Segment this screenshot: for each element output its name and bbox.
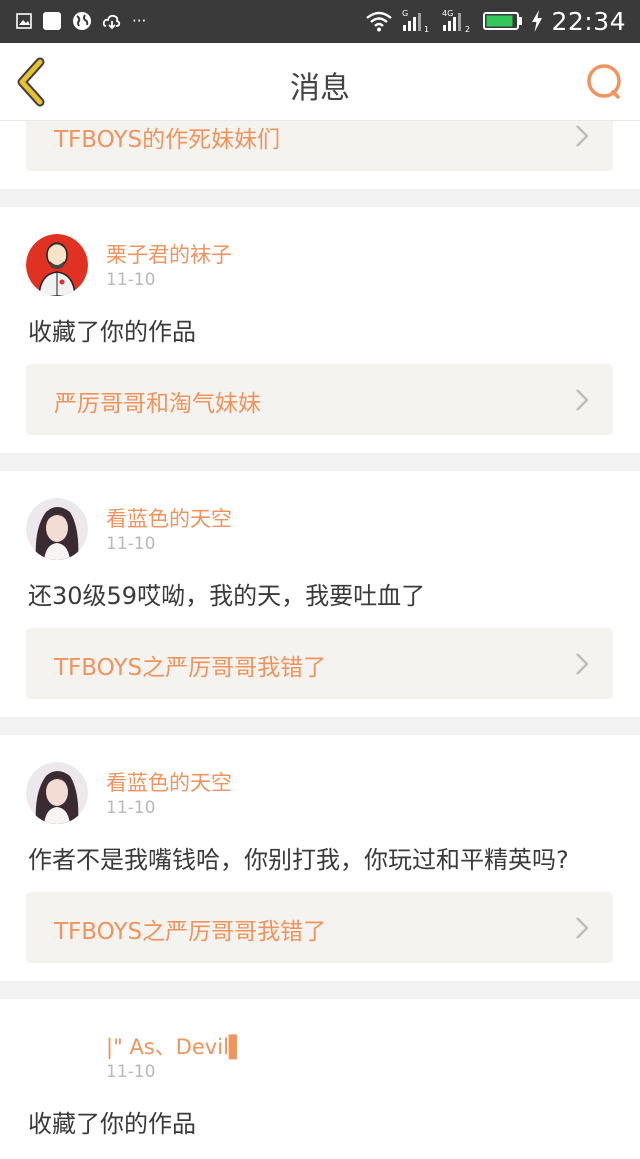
chevron-right-icon: [576, 389, 589, 411]
message-card: 栗子君的袜子 11-10 收藏了你的作品 严厉哥哥和淘气妹妹: [0, 207, 640, 453]
signal-sim2-icon: 4G 2: [442, 9, 470, 34]
work-link[interactable]: TFBOYS之严厉哥哥我错了: [26, 628, 613, 699]
work-title: TFBOYS之严厉哥哥我错了: [54, 655, 327, 681]
header-bar: 消息: [0, 43, 640, 121]
message-text: 收藏了你的作品: [28, 318, 196, 346]
avatar[interactable]: [26, 762, 88, 824]
sim-number-label: 1: [424, 25, 429, 34]
avatar[interactable]: [26, 234, 88, 296]
list-divider: [0, 717, 640, 735]
message-card: 看蓝色的天空 11-10 作者不是我嘴钱哈，你别打我，你玩过和平精英吗? TFB…: [0, 735, 640, 981]
cloud-sync-icon: [102, 14, 121, 30]
image-icon: [16, 13, 32, 29]
timestamp: 11-10: [106, 1062, 156, 1082]
list-divider: [0, 189, 640, 207]
username[interactable]: 看蓝色的天空: [106, 503, 232, 533]
status-time: 22:34: [551, 6, 626, 36]
message-card: TFBOYS的作死妹妹们: [0, 100, 640, 189]
username[interactable]: 看蓝色的天空: [106, 767, 232, 797]
more-notifications-indicator: ···: [132, 11, 147, 30]
white-square-icon: [43, 12, 61, 30]
sim-number-label: 2: [465, 25, 470, 34]
signal-sim1-icon: G 1: [402, 9, 429, 34]
status-bar-right: G 1 4G 2 22:34: [365, 6, 626, 36]
list-divider: [0, 981, 640, 999]
chevron-right-icon: [576, 125, 589, 147]
work-link[interactable]: 严厉哥哥和淘气妹妹: [26, 364, 613, 435]
status-bar-left: ···: [16, 9, 146, 33]
timestamp: 11-10: [106, 270, 156, 290]
search-icon: [587, 64, 621, 99]
work-title: TFBOYS之严厉哥哥我错了: [54, 919, 327, 945]
timestamp: 11-10: [106, 534, 156, 554]
search-button[interactable]: [584, 61, 626, 103]
wifi-icon: [366, 11, 393, 32]
network-type-label: G: [402, 9, 408, 18]
message-text: 收藏了你的作品: [28, 1110, 196, 1138]
work-title: 严厉哥哥和淘气妹妹: [54, 391, 261, 417]
list-divider: [0, 453, 640, 471]
chevron-right-icon: [576, 653, 589, 675]
avatar[interactable]: [26, 1026, 88, 1088]
work-link[interactable]: TFBOYS之严厉哥哥我错了: [26, 892, 613, 963]
network-type-label: 4G: [442, 9, 453, 18]
battery-icon: [483, 12, 523, 30]
avatar[interactable]: [26, 498, 88, 560]
globe-icon: [73, 12, 91, 30]
message-text: 还30级59哎呦，我的天，我要吐血了: [28, 582, 426, 610]
status-bar: ··· G 1 4G 2 22:34: [0, 0, 640, 43]
charging-bolt-icon: [532, 10, 543, 32]
page-title: 消息: [290, 71, 350, 106]
username[interactable]: |" As、Devil▌: [106, 1031, 245, 1061]
work-title: TFBOYS的作死妹妹们: [54, 127, 281, 153]
chevron-right-icon: [576, 917, 589, 939]
message-card: |" As、Devil▌ 11-10 收藏了你的作品: [0, 999, 640, 1159]
message-card: 看蓝色的天空 11-10 还30级59哎呦，我的天，我要吐血了 TFBOYS之严…: [0, 471, 640, 717]
timestamp: 11-10: [106, 798, 156, 818]
message-text: 作者不是我嘴钱哈，你别打我，你玩过和平精英吗?: [28, 846, 569, 874]
message-list: TFBOYS的作死妹妹们 栗子君的袜子 11-10 收藏了你的作品 严厉哥哥和淘…: [0, 100, 640, 1159]
username[interactable]: 栗子君的袜子: [106, 239, 232, 269]
